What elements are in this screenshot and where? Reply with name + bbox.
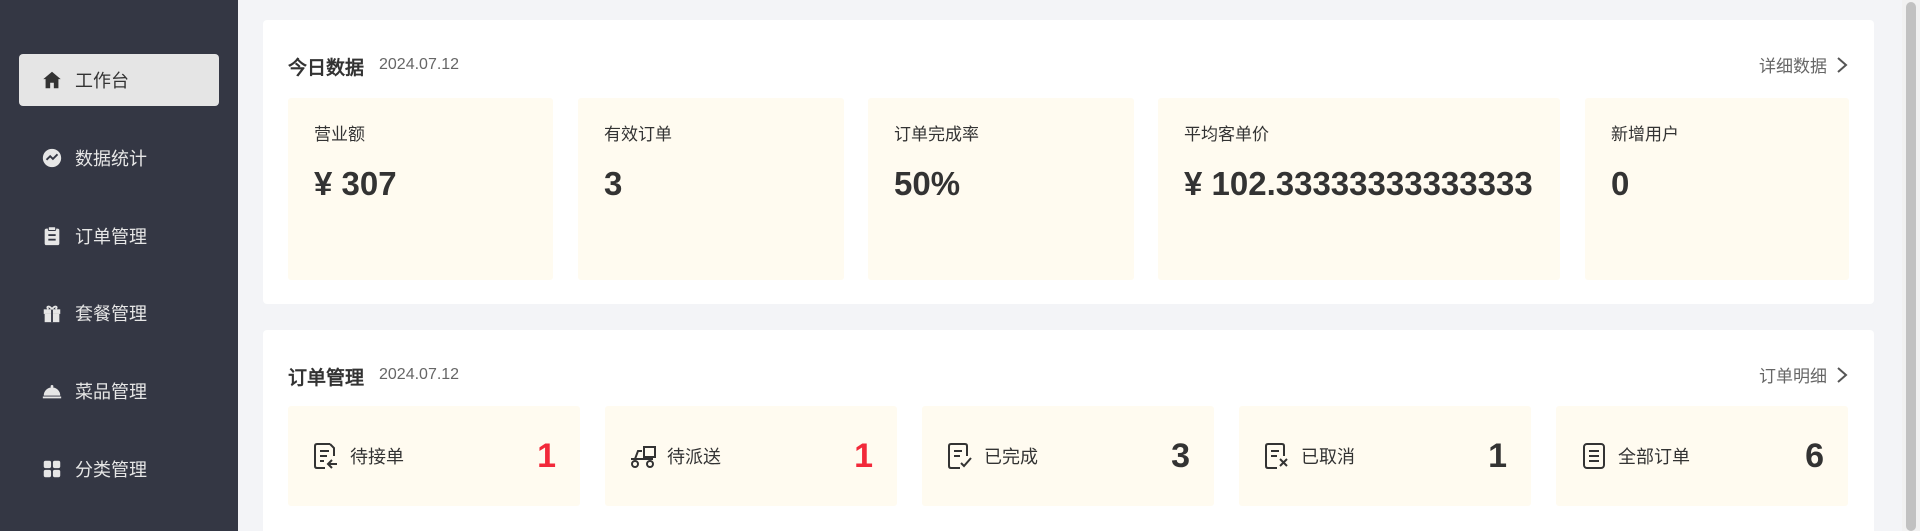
order-count: 1 [854,436,873,475]
stat-value: ¥ 307 [314,165,397,202]
order-cancel-icon [1263,441,1291,471]
gift-icon [41,302,63,324]
order-detail-link[interactable]: 订单明细 [1759,362,1849,387]
stat-label: 有效订单 [604,125,672,144]
stat-label: 营业额 [314,125,365,144]
order-all-icon [1580,441,1608,471]
stat-value: 50% [894,165,961,202]
chart-icon [41,147,63,169]
sidebar-item-statistics[interactable]: 数据统计 [19,132,219,184]
stat-value: ¥ 102.33333333333333 [1184,165,1533,202]
stat-card-new-users: 新增用户 0 [1585,98,1849,280]
order-count: 1 [537,436,556,475]
grid-icon [41,458,63,480]
panel-title: 今日数据 [288,58,365,79]
today-data-panel: 今日数据 2024.07.12 详细数据 营业额 ¥ 307 有效订单 3 订单… [263,20,1874,304]
sidebar-item-label: 套餐管理 [75,304,147,324]
delivery-icon [629,441,657,471]
sidebar-item-categories[interactable]: 分类管理 [19,443,219,495]
order-card-pending-accept[interactable]: 待接单 1 [288,406,580,506]
stat-card-revenue: 营业额 ¥ 307 [288,98,553,280]
stat-label: 平均客单价 [1184,125,1269,144]
sidebar-item-label: 数据统计 [75,149,147,169]
sidebar: 工作台 数据统计 订单管理 套餐管理 菜品管理 分类管理 [0,0,238,531]
stat-label: 订单完成率 [894,125,979,144]
chevron-right-icon [1837,366,1848,383]
sidebar-item-label: 分类管理 [75,460,147,480]
order-accept-icon [312,441,340,471]
scrollbar[interactable] [1902,0,1920,531]
dish-icon [41,380,63,402]
stat-value: 3 [604,165,623,202]
panel-title: 订单管理 [288,368,365,389]
link-label: 详细数据 [1759,57,1827,76]
order-done-icon [946,441,974,471]
sidebar-item-combos[interactable]: 套餐管理 [19,287,219,339]
sidebar-item-orders[interactable]: 订单管理 [19,210,219,262]
order-management-panel: 订单管理 2024.07.12 订单明细 待接单 1 待派送 1 已完成 3 已… [263,330,1874,531]
home-icon [41,69,63,91]
detail-data-link[interactable]: 详细数据 [1759,52,1849,77]
order-label: 已取消 [1301,447,1355,467]
link-label: 订单明细 [1759,367,1827,386]
clipboard-icon [41,225,63,247]
sidebar-item-workbench[interactable]: 工作台 [19,54,219,106]
order-count: 6 [1805,436,1824,475]
stat-card-completion-rate: 订单完成率 50% [868,98,1134,280]
sidebar-item-label: 工作台 [75,71,129,91]
order-label: 待派送 [667,447,721,467]
order-count: 1 [1488,436,1507,475]
sidebar-item-dishes[interactable]: 菜品管理 [19,365,219,417]
chevron-right-icon [1837,56,1848,73]
order-count: 3 [1171,436,1190,475]
order-label: 已完成 [984,447,1038,467]
stat-value: 0 [1611,165,1630,202]
sidebar-item-label: 菜品管理 [75,382,147,402]
stat-card-valid-orders: 有效订单 3 [578,98,844,280]
stat-label: 新增用户 [1611,125,1679,144]
order-label: 全部订单 [1618,447,1690,467]
order-card-pending-delivery[interactable]: 待派送 1 [605,406,897,506]
order-card-completed[interactable]: 已完成 3 [922,406,1214,506]
order-card-all[interactable]: 全部订单 6 [1556,406,1848,506]
stat-card-avg-price: 平均客单价 ¥ 102.33333333333333 [1158,98,1560,280]
sidebar-item-label: 订单管理 [75,227,147,247]
panel-date: 2024.07.12 [379,366,460,383]
scroll-thumb[interactable] [1906,2,1916,531]
order-card-cancelled[interactable]: 已取消 1 [1239,406,1531,506]
panel-date: 2024.07.12 [379,56,460,73]
order-label: 待接单 [350,447,404,467]
